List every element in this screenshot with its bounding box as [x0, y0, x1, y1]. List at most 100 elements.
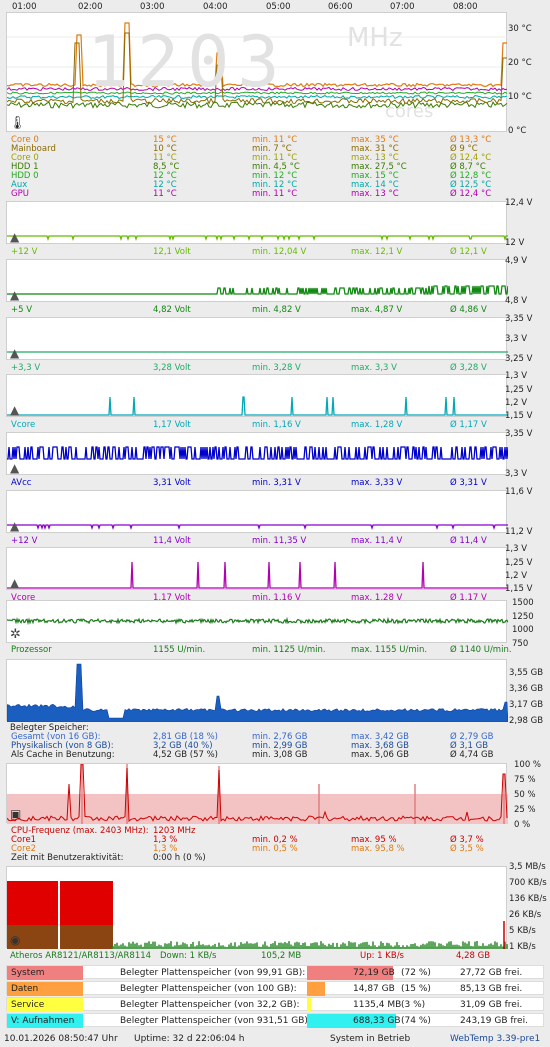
axis-label: 1500: [512, 598, 534, 608]
axis-label: 1,3 V: [505, 544, 528, 554]
legend-min: min. 11 °C: [252, 189, 298, 199]
legend-row: GPU 11 °C min. 11 °C max. 13 °C Ø 12,4 °C: [6, 189, 506, 199]
disk-usage-bar: [307, 982, 325, 996]
time-label: 02:00: [78, 2, 103, 12]
disk-free: 31,09 GB frei.: [460, 1000, 523, 1010]
download-rate: Down: 1 KB/s: [160, 951, 217, 961]
legend-min: min. 1125 U/min.: [252, 645, 326, 655]
legend-avg: Ø 1,17 V: [450, 420, 487, 430]
axis-label: 3,5 MB/s: [509, 862, 546, 872]
disk-free: 243,19 GB frei.: [460, 1016, 528, 1026]
disk-percent: (15 %): [401, 984, 431, 994]
warning-icon: ▲: [10, 576, 20, 590]
legend-cur: 4,52 GB (57 %): [153, 750, 218, 760]
axis-label: 100 %: [514, 760, 542, 770]
legend-row: Mainboard 10 °C min. 7 °C max. 31 °C Ø 9 °C: [6, 144, 506, 154]
legend-row: +5 V 4,82 Volt min. 4,82 V max. 4,87 V Ø 4,8…: [6, 305, 506, 315]
axis-label: 50 %: [514, 790, 536, 800]
legend-row: Vcore 1,17 Volt min. 1,16 V max. 1,28 V Ø 1,…: [6, 420, 506, 430]
network-legend: Atheros AR8121/AR8113/AR8114 Down: 1 KB/s…: [6, 951, 506, 961]
axis-label: 1,15 V: [505, 584, 533, 594]
user-activity: Zeit mit Benutzeraktivität: 0:00 h (0 %): [6, 853, 506, 863]
fan-icon: ✲: [10, 627, 21, 642]
axis-label: 3,3 V: [505, 469, 528, 479]
system-status: System in Betrieb: [330, 1034, 411, 1044]
upload-rate: Up: 1 KB/s: [360, 951, 404, 961]
disk-used: 1135,4 MB: [353, 1000, 402, 1010]
legend-cur: 3,31 Volt: [153, 478, 191, 488]
axis-label: 26 KB/s: [509, 910, 542, 920]
legend-avg: Ø 4,74 GB: [450, 750, 494, 760]
memory-graph: [6, 659, 509, 723]
legend-name: Prozessor: [11, 645, 52, 655]
axis-label: 1,15 V: [505, 411, 533, 421]
axis-label: 12 V: [505, 238, 525, 248]
legend-max: max. 4,87 V: [351, 305, 403, 315]
axis-label: 3,36 GB: [509, 684, 544, 694]
disk-usage-bar: [307, 998, 311, 1012]
axis-label: 5 KB/s: [509, 926, 536, 936]
legend-max: max. 1,28 V: [351, 420, 403, 430]
legend-row: Als Cache in Benutzung: 4,52 GB (57 %) min…: [6, 750, 506, 760]
disk-name: Service: [11, 1000, 45, 1010]
disk-used: 72,19 GB: [353, 968, 395, 978]
legend-row: +3,3 V 3,28 Volt min. 3,28 V max. 3,3 V Ø 3,…: [6, 363, 506, 373]
voltage-series: [7, 561, 508, 589]
axis-label: 1,2 V: [505, 571, 528, 581]
legend-max: max. 1155 U/min.: [351, 645, 428, 655]
legend-row: Core2 1,3 % min. 0,5 % max. 95,8 % Ø 3,5 %: [6, 844, 506, 854]
legend-row: Aux 12 °C min. 12 °C max. 14 °C Ø 12,5 °C: [6, 180, 506, 190]
disk-name: V: Aufnahmen: [11, 1016, 75, 1026]
download-series: [112, 941, 508, 949]
legend-cur: 11 °C: [153, 189, 177, 199]
legend-min: min. 11,35 V: [252, 536, 307, 546]
fan-graph: ✲: [6, 600, 509, 643]
legend-row: +12 V 12,1 Volt min. 12,04 V max. 12,1 V Ø 1…: [6, 247, 506, 257]
time-label: 03:00: [140, 2, 165, 12]
temperature-graph: 1203 MHz cores 🌡: [6, 12, 508, 132]
legend-cur: 3,28 Volt: [153, 363, 191, 373]
thermometer-icon: 🌡: [9, 116, 26, 131]
legend-name: +12 V: [11, 536, 38, 546]
axis-label: 3,17 GB: [509, 700, 544, 710]
legend-max: max. 3,3 V: [351, 363, 397, 373]
legend-max: max. 5,06 GB: [351, 750, 409, 760]
legend-row: +12 V 11,4 Volt min. 11,35 V max. 11,4 V Ø 1…: [6, 536, 506, 546]
version-link[interactable]: WebTemp 3.39-pre1: [450, 1034, 540, 1044]
legend-row: Core 0 11 °C min. 11 °C max. 13 °C Ø 12,4 °C: [6, 153, 506, 163]
axis-label: 75 %: [514, 775, 536, 785]
legend-avg: Ø 1140 U/min.: [450, 645, 512, 655]
mhz-watermark: MHz: [347, 23, 403, 53]
disk-name: System: [11, 968, 45, 978]
axis-label: 1000: [512, 625, 534, 635]
fan-series: [6, 616, 509, 626]
memory-area: [6, 663, 509, 723]
legend-name: Als Cache in Benutzung:: [11, 750, 115, 760]
legend-name: +3,3 V: [11, 363, 41, 373]
disk-percent: (74 %): [401, 1016, 431, 1026]
adapter-name: Atheros AR8121/AR8113/AR8114: [10, 951, 152, 961]
user-activity-label: Zeit mit Benutzeraktivität:: [11, 853, 124, 863]
axis-label: 1,25 V: [505, 558, 533, 568]
axis-label: 3,3 V: [505, 334, 528, 344]
legend-cur: 1155 U/min.: [153, 645, 206, 655]
cores-watermark: cores: [385, 101, 434, 122]
axis-label: 700 KB/s: [509, 878, 547, 888]
legend-avg: Ø 3,28 V: [450, 363, 487, 373]
disk-percent: (72 %): [401, 968, 431, 978]
legend-avg: Ø 12,4 °C: [450, 189, 492, 199]
date-time: 10.01.2026 08:50:47 Uhr: [4, 1034, 118, 1044]
disk-row: System Belegter Plattenspeicher (von 99,9…: [6, 965, 544, 980]
legend-min: min. 1,16 V: [252, 420, 301, 430]
legend-cur: 12,1 Volt: [153, 247, 191, 257]
axis-label: 3,35 V: [505, 314, 533, 324]
disk-free: 85,13 GB frei.: [460, 984, 523, 994]
time-label: 08:00: [453, 2, 478, 12]
legend-row: HDD 1 8,5 °C min. 4,5 °C max. 27,5 °C Ø 8,7 …: [6, 162, 506, 172]
axis-label: 10 °C: [508, 92, 532, 102]
disk-row: Daten Belegter Plattenspeicher (von 100 G…: [6, 981, 544, 996]
legend-row: Physikalisch (von 8 GB): 3,2 GB (40 %) min…: [6, 741, 506, 751]
legend-avg: Ø 3,31 V: [450, 478, 487, 488]
voltage-graph: ▲: [6, 547, 508, 590]
user-activity-value: 0:00 h (0 %): [153, 853, 206, 863]
